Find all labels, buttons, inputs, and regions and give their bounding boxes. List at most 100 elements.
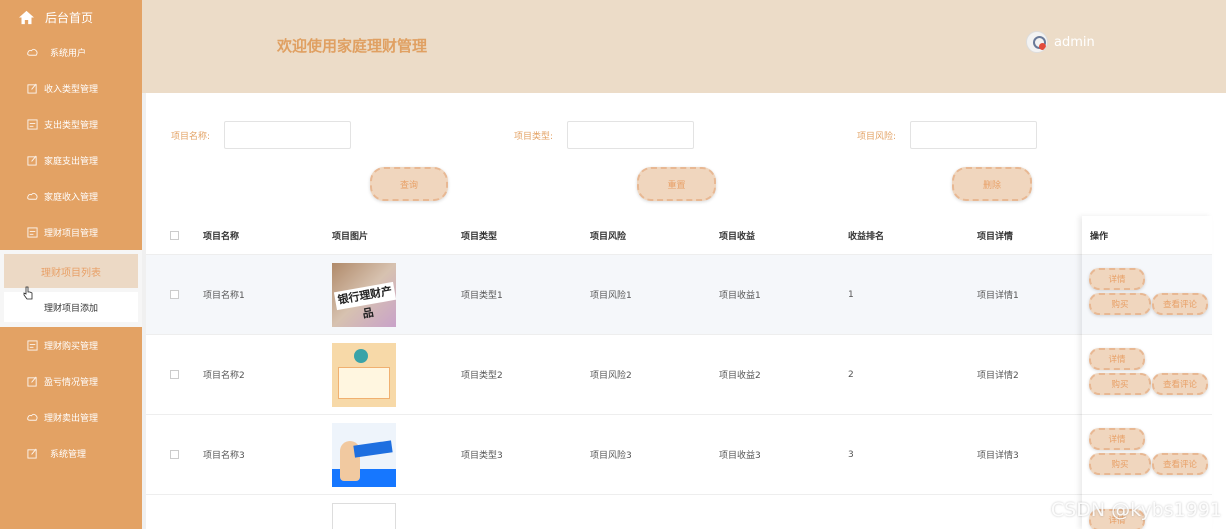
- sidebar-item-label: 支出类型管理: [44, 120, 99, 131]
- field-project-name: 项目名称:: [171, 121, 352, 149]
- cell-project-earn: 项目收益1: [719, 291, 761, 301]
- table-header: 项目名称 项目图片 项目类型 项目风险 项目收益 收益排名 项目详情 操作: [146, 216, 1212, 254]
- header: 欢迎使用家庭理财管理 admin: [142, 0, 1226, 93]
- project-image: [332, 503, 396, 529]
- project-type-input[interactable]: [567, 121, 695, 149]
- project-type-label: 项目类型:: [514, 131, 554, 142]
- cell-project-detail: 项目详情2: [977, 371, 1019, 381]
- detail-button[interactable]: 详情: [1089, 348, 1145, 370]
- cell-project-detail: 项目详情1: [977, 291, 1019, 301]
- cell-project-earn: 项目收益2: [719, 371, 761, 381]
- row-actions: 详情 购买 查看评论: [1083, 255, 1223, 334]
- cell-project-risk: 项目风险3: [590, 451, 632, 461]
- project-image-text: 银行理财产品: [333, 281, 396, 320]
- project-name-label: 项目名称:: [171, 131, 211, 142]
- sidebar-home-label: 后台首页: [45, 10, 94, 25]
- sidebar-item-income-type[interactable]: 收入类型管理: [0, 70, 142, 106]
- sidebar-item-label: 理财项目管理: [44, 228, 99, 239]
- buy-button[interactable]: 购买: [1089, 373, 1151, 395]
- sidebar-item-family-income[interactable]: 家庭收入管理: [0, 178, 142, 214]
- table-row: 项目名称3 项目类型3 项目风险3 项目收益3 3 项目详情3 详情 购买 查看…: [146, 414, 1212, 494]
- sidebar-item-sell[interactable]: 理财卖出管理: [0, 399, 142, 435]
- sidebar-item-label: 理财卖出管理: [44, 413, 99, 424]
- sidebar-item-system-manage[interactable]: 系统管理: [0, 435, 142, 471]
- column-header: 项目风险: [590, 231, 627, 242]
- column-header: 项目详情: [977, 231, 1014, 242]
- home-icon: [19, 10, 34, 24]
- sidebar-item-label: 系统用户: [50, 48, 87, 59]
- row-actions: 详情 购买 查看评论: [1083, 335, 1223, 414]
- column-header: 项目收益: [719, 231, 756, 242]
- project-image: [332, 342, 396, 407]
- sidebar-item-family-expense[interactable]: 家庭支出管理: [0, 142, 142, 178]
- project-image: [332, 422, 396, 487]
- cloud-icon: [27, 192, 38, 200]
- sidebar-item-label: 盈亏情况管理: [44, 377, 99, 388]
- cell-earn-rank: 1: [848, 289, 854, 300]
- sidebar-item-system-users[interactable]: 系统用户: [0, 34, 142, 70]
- cell-earn-rank: 3: [848, 449, 854, 460]
- column-header: 操作: [1090, 231, 1109, 242]
- project-image: 银行理财产品: [332, 262, 396, 327]
- sidebar: 后台首页 系统用户 收入类型管理 支出类型管理 家庭支出管理 家庭收入管理 理财…: [0, 0, 142, 529]
- cell-project-risk: 项目风险1: [590, 291, 632, 301]
- submenu-item-project-list[interactable]: 理财项目列表: [4, 254, 138, 288]
- sidebar-item-purchase[interactable]: 理财购买管理: [0, 327, 142, 363]
- sidebar-item-expense-type[interactable]: 支出类型管理: [0, 106, 142, 142]
- column-header: 项目图片: [332, 231, 369, 242]
- sidebar-item-label: 家庭支出管理: [44, 156, 99, 167]
- table-row: 项目名称2 项目类型2 项目风险2 项目收益2 2 项目详情2 详情 购买 查看…: [146, 334, 1212, 414]
- sidebar-item-label: 理财购买管理: [44, 341, 99, 352]
- sidebar-item-project-manage[interactable]: 理财项目管理: [0, 214, 142, 250]
- hand-cursor-icon: [23, 286, 33, 300]
- select-all-checkbox[interactable]: [170, 230, 179, 240]
- cell-project-risk: 项目风险2: [590, 371, 632, 381]
- cloud-icon: [27, 48, 38, 56]
- sidebar-item-label: 家庭收入管理: [44, 192, 99, 203]
- project-table: 项目名称 项目图片 项目类型 项目风险 项目收益 收益排名 项目详情 操作 项目…: [146, 216, 1212, 529]
- search-form: 项目名称: 项目类型: 项目风险:: [146, 121, 1226, 149]
- watermark: CSDN @kybs1991: [1050, 499, 1222, 521]
- cell-project-type: 项目类型1: [461, 291, 503, 301]
- project-risk-label: 项目风险:: [857, 131, 897, 142]
- sidebar-home[interactable]: 后台首页: [0, 0, 142, 34]
- edit-icon: [27, 83, 37, 94]
- field-project-type: 项目类型:: [514, 121, 695, 149]
- edit-icon: [27, 448, 37, 459]
- buy-button[interactable]: 购买: [1089, 453, 1151, 475]
- cell-project-name: 项目名称1: [203, 291, 245, 301]
- view-review-button[interactable]: 查看评论: [1152, 373, 1208, 395]
- edit-icon: [27, 376, 37, 387]
- query-button[interactable]: 查询: [370, 167, 448, 201]
- cell-project-name: 项目名称3: [203, 451, 245, 461]
- username: admin: [1054, 34, 1095, 50]
- list-icon: [27, 226, 38, 238]
- cell-project-detail: 项目详情3: [977, 451, 1019, 461]
- view-review-button[interactable]: 查看评论: [1152, 453, 1208, 475]
- delete-button[interactable]: 删除: [952, 167, 1032, 201]
- user-menu[interactable]: admin: [1026, 31, 1095, 53]
- project-name-input[interactable]: [224, 121, 352, 149]
- cell-project-name: 项目名称2: [203, 371, 245, 381]
- sidebar-item-profit-loss[interactable]: 盈亏情况管理: [0, 363, 142, 399]
- detail-button[interactable]: 详情: [1089, 268, 1145, 290]
- cell-project-type: 项目类型3: [461, 451, 503, 461]
- sidebar-item-label: 系统管理: [50, 449, 87, 460]
- column-header: 收益排名: [848, 231, 885, 242]
- cell-earn-rank: 2: [848, 369, 854, 380]
- row-checkbox[interactable]: [170, 450, 179, 459]
- row-checkbox[interactable]: [170, 290, 179, 299]
- view-review-button[interactable]: 查看评论: [1152, 293, 1208, 315]
- detail-button[interactable]: 详情: [1089, 428, 1145, 450]
- buy-button[interactable]: 购买: [1089, 293, 1151, 315]
- project-risk-input[interactable]: [910, 121, 1038, 149]
- edit-icon: [27, 155, 37, 166]
- row-checkbox[interactable]: [170, 370, 179, 379]
- cell-project-type: 项目类型2: [461, 371, 503, 381]
- avatar: [1026, 31, 1048, 53]
- reset-button[interactable]: 重置: [637, 167, 716, 201]
- list-icon: [27, 339, 38, 351]
- row-actions: 详情 购买 查看评论: [1083, 415, 1223, 494]
- field-project-risk: 项目风险:: [857, 121, 1038, 149]
- cloud-icon: [27, 413, 38, 421]
